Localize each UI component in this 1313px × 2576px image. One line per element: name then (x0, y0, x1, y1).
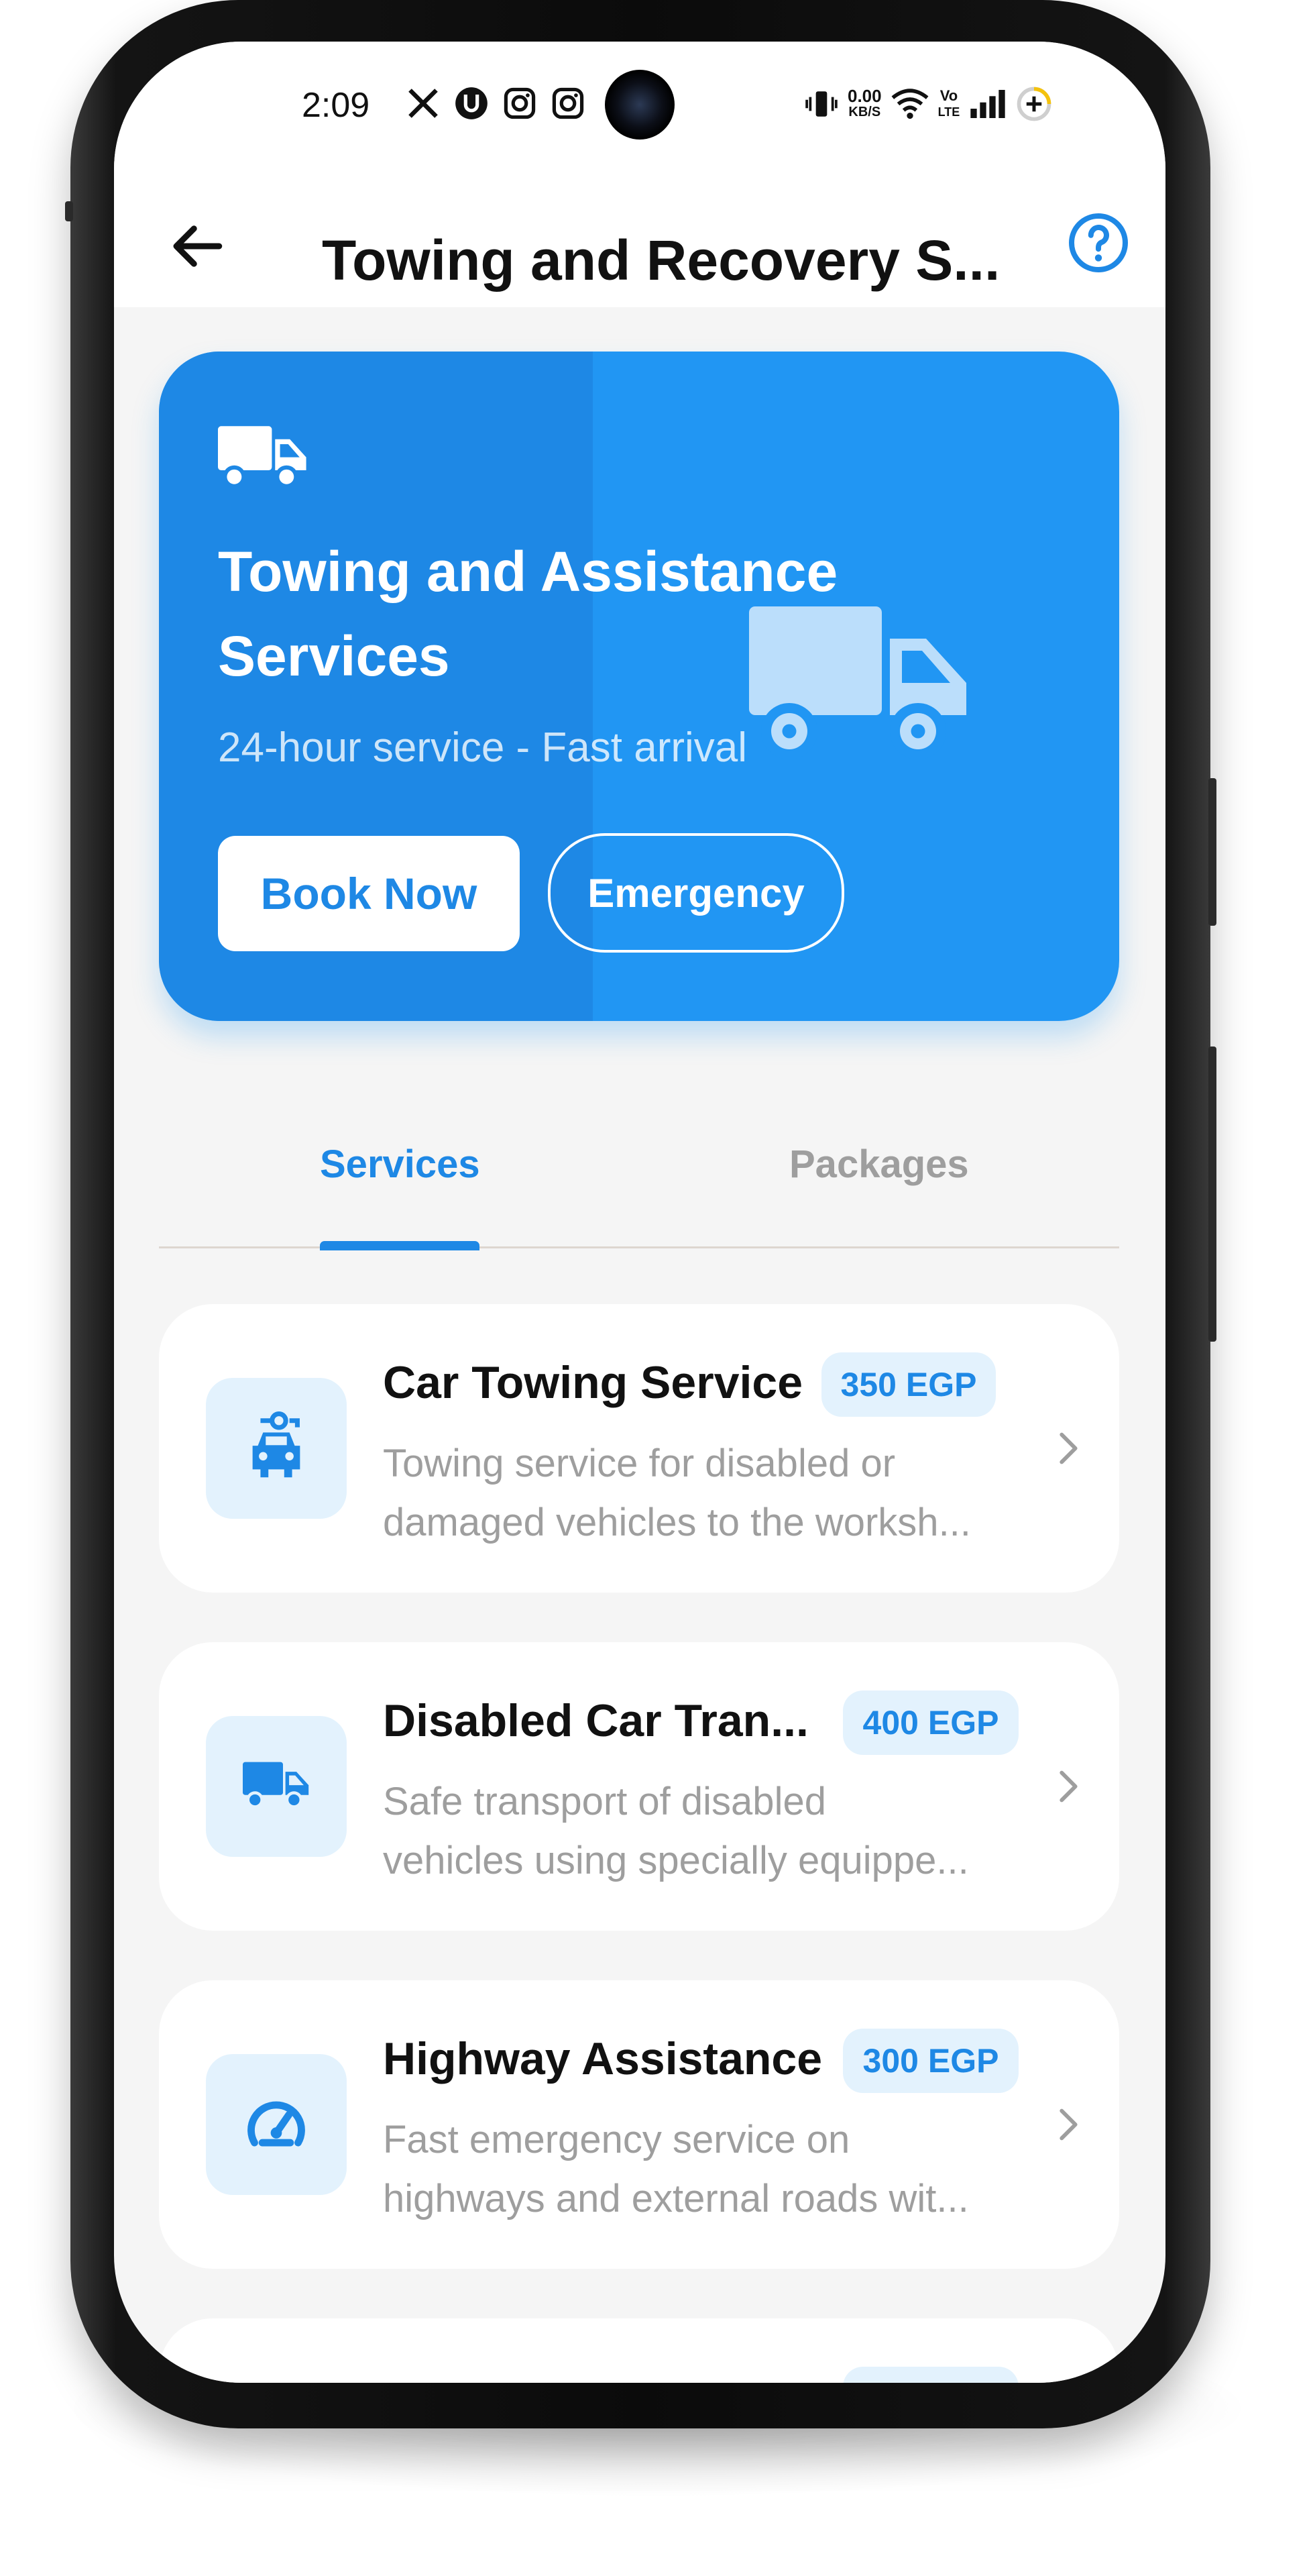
service-price-badge: 400 EGP (843, 1690, 1019, 1755)
hero-title: Towing and Assistance Services (218, 540, 838, 688)
truck-icon (218, 426, 306, 488)
service-card[interactable] (159, 2318, 1119, 2383)
system-icons: 0.00 KB/S Vo LTE (805, 86, 1052, 122)
status-time: 2:09 (302, 86, 370, 125)
car-tow-icon (252, 1411, 300, 1478)
instagram-icon (504, 87, 536, 119)
emergency-button[interactable]: Emergency (548, 833, 844, 953)
service-icon-box (206, 2054, 347, 2195)
service-price-badge: 300 EGP (843, 2029, 1019, 2093)
instagram-icon (552, 87, 584, 119)
book-now-button[interactable]: Book Now (218, 836, 520, 951)
speedometer-icon (247, 2101, 305, 2147)
service-name: Highway Assistance (383, 2033, 823, 2084)
service-description: Safe transport of disabled vehicles usin… (383, 1780, 969, 1882)
hero-banner: Towing and Assistance Services 24-hour s… (159, 352, 1119, 1021)
app-header: Towing and Recovery S... (114, 176, 1165, 307)
x-app-icon (408, 89, 438, 118)
chevron-right-icon[interactable] (1044, 1763, 1091, 1810)
service-description: Fast emergency service on highways and e… (383, 2118, 969, 2220)
signal-icon (970, 90, 1005, 118)
chevron-right-icon[interactable] (1044, 2101, 1091, 2148)
power-button (1208, 778, 1216, 926)
service-card[interactable]: Car Towing Service 350 EGP Towing servic… (159, 1304, 1119, 1593)
service-price-badge (843, 2367, 1019, 2383)
truck-icon (243, 1762, 309, 1809)
net-speed: 0.00 KB/S (848, 86, 882, 119)
status-bar: 2:09 0.00 KB/S Vo LTE (114, 42, 1165, 176)
frame-button (65, 201, 73, 221)
service-name: Disabled Car Tran... (383, 1695, 809, 1746)
app-screen: 2:09 0.00 KB/S Vo LTE Towing and Recover… (114, 42, 1165, 2383)
service-description: Towing service for disabled or damaged v… (383, 1442, 971, 1544)
service-name: Car Towing Service (383, 1357, 803, 1408)
tab-services[interactable]: Services (320, 1142, 480, 1187)
wifi-icon (891, 89, 929, 119)
tab-active-indicator (320, 1241, 479, 1250)
tab-divider (159, 1246, 1119, 1248)
tab-bar: Services Packages (159, 1102, 1119, 1250)
help-circle-icon[interactable] (1066, 211, 1131, 275)
arrow-left-icon[interactable] (166, 216, 227, 276)
page-title: Towing and Recovery S... (322, 229, 1001, 292)
volte-indicator: Vo LTE (937, 87, 960, 119)
volume-button (1208, 1046, 1216, 1342)
service-card[interactable]: Disabled Car Tran... 400 EGP Safe transp… (159, 1642, 1119, 1931)
service-card[interactable]: Highway Assistance 300 EGP Fast emergenc… (159, 1980, 1119, 2269)
u-app-icon (455, 87, 488, 119)
notification-icons (406, 86, 585, 121)
vibrate-icon (805, 91, 838, 117)
chevron-right-icon[interactable] (1044, 1425, 1091, 1472)
service-price-badge: 350 EGP (821, 1352, 996, 1417)
service-icon-box (206, 1378, 347, 1519)
battery-icon (1017, 87, 1051, 121)
hero-subtitle: 24-hour service - Fast arrival (218, 724, 748, 771)
tab-packages[interactable]: Packages (789, 1142, 969, 1187)
service-icon-box (206, 1716, 347, 1857)
front-camera (605, 70, 675, 140)
